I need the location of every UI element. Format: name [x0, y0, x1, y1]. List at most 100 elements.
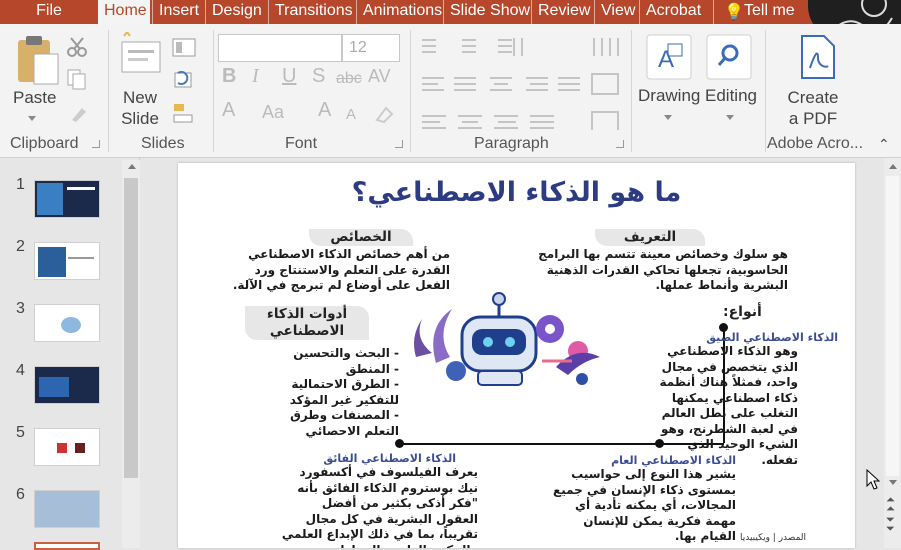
svg-text:A: A — [658, 46, 674, 73]
slide-title: ما هو الذكاء الاصطناعي؟ — [351, 177, 682, 208]
tab-acrobat[interactable]: Acrobat — [639, 0, 713, 24]
paragraph-tools-icon[interactable] — [418, 34, 630, 130]
bold-button[interactable]: B — [222, 66, 236, 87]
clipboard-group-label: Clipboard — [10, 135, 79, 152]
character-spacing-button[interactable]: AV — [368, 66, 391, 87]
tools-item: - المنطق — [345, 361, 399, 376]
clear-format-icon[interactable] — [374, 104, 396, 124]
scroll-up-icon[interactable] — [128, 164, 136, 169]
drawing-dropdown-icon[interactable] — [664, 115, 672, 120]
slide-thumbnail-3[interactable] — [34, 304, 100, 342]
slide-thumbnail-pane: 1 2 3 4 5 6 — [0, 158, 140, 550]
create-pdf-button[interactable]: Create a PDF — [786, 87, 840, 129]
shadow-button[interactable]: S — [312, 66, 325, 87]
font-name-input[interactable] — [218, 34, 342, 62]
layout-icon[interactable] — [172, 38, 206, 58]
thumbnail-number: 1 — [16, 176, 25, 193]
paragraph-launcher-icon[interactable] — [616, 140, 624, 148]
thumbnail-number: 3 — [16, 300, 25, 317]
general-ai-text: يشير هذا النوع إلى حواسيب بمستوى ذكاء ال… — [553, 467, 736, 543]
next-slide-icon[interactable]: ⏷ ⏷ — [886, 515, 895, 535]
decrease-font-button[interactable]: A — [346, 104, 356, 125]
drawing-button[interactable]: Drawing — [638, 85, 700, 106]
timeline-dot — [395, 439, 404, 448]
reset-icon[interactable] — [172, 69, 194, 91]
slide-scrollbar-track — [886, 176, 899, 476]
increase-font-button[interactable]: A — [318, 100, 331, 121]
thumbnail-image — [57, 443, 67, 453]
thumbnail-number: 4 — [16, 362, 25, 379]
previous-slide-icon[interactable]: ⏶ ⏶ — [886, 495, 895, 515]
tools-item: - المصنفات وطرق التعلم الاحصائي — [290, 408, 399, 438]
tab-slide-show[interactable]: Slide Show — [443, 0, 531, 24]
tab-transitions[interactable]: Transitions — [268, 0, 356, 24]
paste-button[interactable]: Paste — [13, 87, 56, 108]
scroll-down-icon[interactable] — [889, 480, 897, 485]
scroll-up-icon[interactable] — [889, 164, 897, 169]
paragraph-group-label: Paragraph — [474, 135, 549, 152]
create-pdf-icon — [801, 35, 835, 79]
thumbnail-image — [39, 377, 69, 397]
font-launcher-icon[interactable] — [395, 140, 403, 148]
tab-file[interactable]: File — [0, 0, 98, 24]
mouse-cursor-icon — [866, 469, 881, 490]
change-case-button[interactable]: Aa — [262, 102, 284, 123]
slide-thumbnail-4[interactable] — [34, 366, 100, 404]
tab-design[interactable]: Design — [205, 0, 268, 24]
clipboard-launcher-icon[interactable] — [92, 140, 100, 148]
tools-heading: أدوات الذكاء الاصطناعي — [245, 306, 369, 340]
paste-icon — [18, 36, 59, 85]
underline-button[interactable]: U — [282, 66, 296, 87]
thumbnail-number: 2 — [16, 238, 25, 255]
tab-view[interactable]: View — [594, 0, 639, 24]
slide-thumbnail-1[interactable] — [34, 180, 100, 218]
group-separator — [410, 30, 411, 152]
new-slide-button[interactable]: New Slide — [114, 87, 166, 129]
tab-insert[interactable]: Insert — [152, 0, 204, 24]
tab-home[interactable]: Home — [98, 0, 150, 24]
thumbnail-text-line — [68, 257, 94, 259]
editing-button[interactable]: Editing — [705, 85, 757, 106]
super-ai-text: يعرف الفيلسوف في أكسفورد نيك بوستروم الذ… — [281, 465, 478, 548]
slide-thumbnail-6[interactable] — [34, 490, 100, 528]
slide-thumbnail-2[interactable] — [34, 242, 100, 280]
cut-icon[interactable] — [66, 36, 88, 58]
new-slide-icon — [121, 32, 161, 73]
narrow-ai-text: وهو الذكاء الاصطناعي الذي يتخصص في مجال … — [659, 344, 798, 467]
copy-icon[interactable] — [66, 68, 96, 90]
tab-review[interactable]: Review — [531, 0, 594, 24]
source-note: المصدر | ويكيبيديا — [740, 533, 807, 543]
slide-canvas[interactable]: ما هو الذكاء الاصطناعي؟ التعريف هو سلوك … — [178, 163, 855, 548]
section-icon[interactable] — [172, 102, 206, 124]
paste-dropdown-icon[interactable] — [28, 116, 36, 121]
thumbnail-scrollbar-thumb[interactable] — [124, 178, 138, 478]
group-separator — [631, 30, 632, 152]
lightbulb-icon: 💡 — [724, 4, 744, 21]
slide-scrollbar[interactable]: ⏶ ⏶ ⏷ ⏷ — [884, 158, 901, 548]
group-separator — [765, 30, 766, 152]
group-separator — [108, 30, 109, 152]
slide-thumbnail-5[interactable] — [34, 428, 100, 466]
thumbnail-image — [75, 443, 85, 453]
thumbnail-scrollbar[interactable] — [122, 160, 140, 548]
ai-robot-illustration — [414, 292, 600, 386]
slide-thumbnail-7-selected[interactable] — [34, 542, 100, 550]
thumbnail-image — [35, 491, 99, 527]
thumbnail-image — [38, 247, 66, 277]
editing-dropdown-icon[interactable] — [726, 115, 734, 120]
collapse-ribbon-icon[interactable]: ⌃ — [878, 134, 890, 155]
font-color-button[interactable]: A — [222, 100, 235, 121]
editing-search-icon — [706, 34, 752, 80]
thumbnail-text-line — [67, 187, 95, 190]
tab-tell-me[interactable]: 💡 Tell me — [713, 0, 808, 24]
acrobat-group-label: Adobe Acro... — [767, 135, 864, 152]
italic-button[interactable]: I — [252, 66, 259, 87]
ribbon-tab-bar: File Home Insert Design Transitions Anim… — [0, 0, 901, 24]
font-size-input[interactable]: 12 — [342, 34, 400, 62]
strikethrough-button[interactable]: abc — [336, 68, 362, 89]
drawing-icon: A — [646, 34, 692, 80]
thumbnail-image — [61, 317, 81, 333]
tab-animations[interactable]: Animations — [356, 0, 443, 24]
tools-item: - الطرق الاحتمالية للتفكير غير المؤكد — [289, 377, 399, 407]
format-painter-icon[interactable] — [68, 102, 90, 124]
